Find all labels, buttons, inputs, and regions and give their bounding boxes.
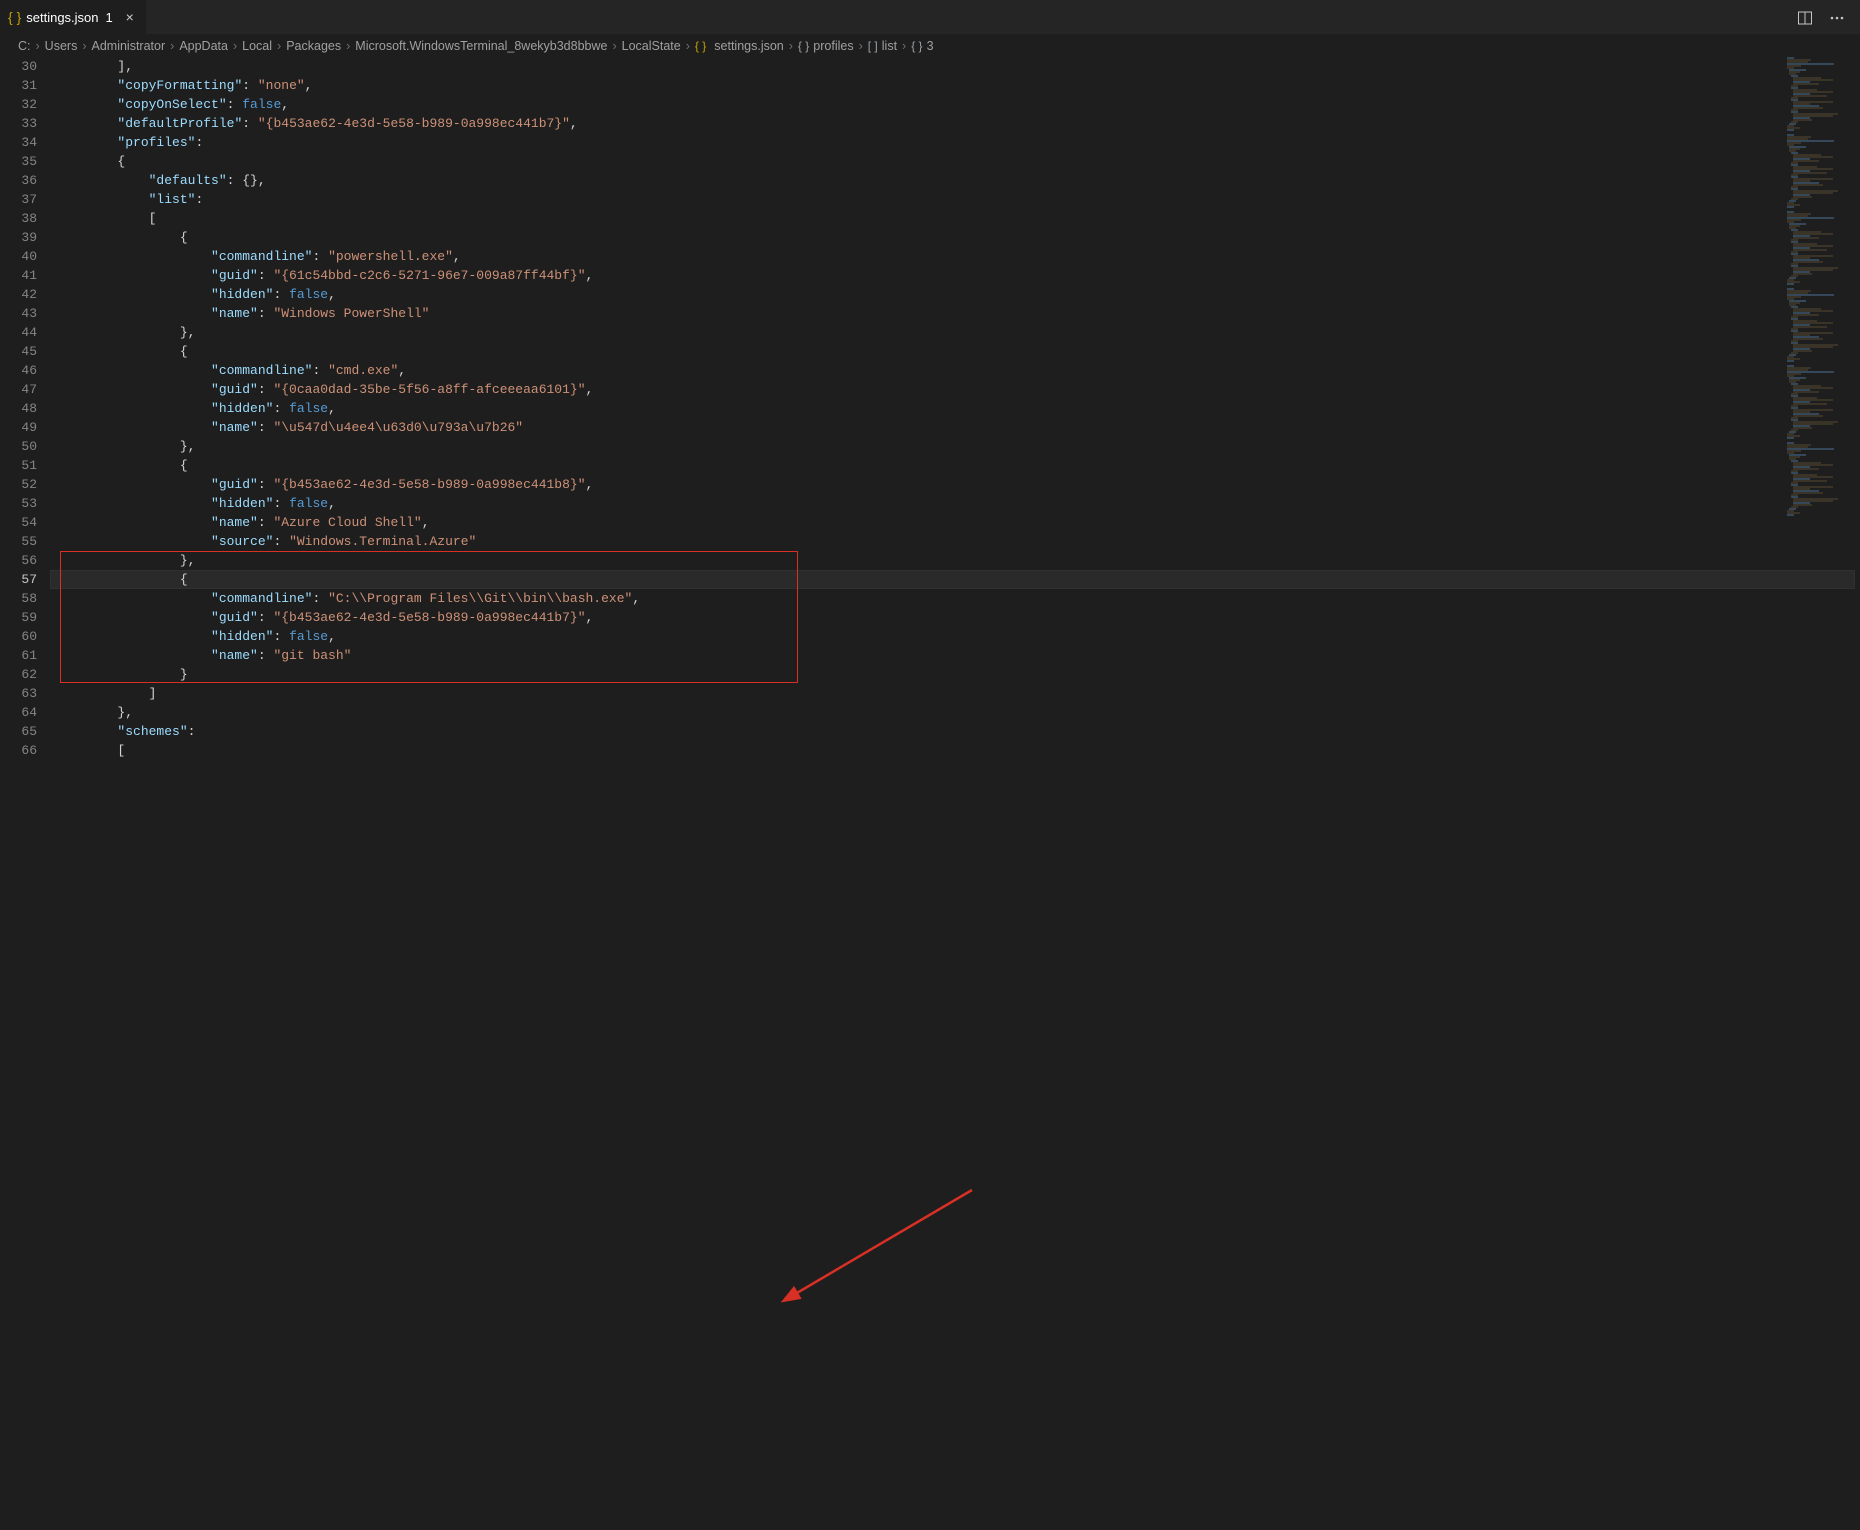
- chevron-right-icon: ›: [82, 39, 86, 53]
- code-line[interactable]: {: [55, 228, 1860, 247]
- breadcrumb-item[interactable]: list: [882, 39, 897, 53]
- chevron-right-icon: ›: [36, 39, 40, 53]
- breadcrumb-item[interactable]: Users: [45, 39, 78, 53]
- code-line[interactable]: {: [55, 342, 1860, 361]
- code-line[interactable]: [: [55, 209, 1860, 228]
- breadcrumb-item[interactable]: C:: [18, 39, 31, 53]
- chevron-right-icon: ›: [612, 39, 616, 53]
- breadcrumb-item[interactable]: Administrator: [92, 39, 166, 53]
- chevron-right-icon: ›: [789, 39, 793, 53]
- code-line[interactable]: ],: [55, 57, 1860, 76]
- json-icon: { }: [695, 39, 706, 53]
- code-line[interactable]: "hidden": false,: [55, 627, 1860, 646]
- code-line[interactable]: "commandline": "cmd.exe",: [55, 361, 1860, 380]
- code-line[interactable]: "commandline": "C:\\Program Files\\Git\\…: [55, 589, 1860, 608]
- chevron-right-icon: ›: [902, 39, 906, 53]
- split-editor-icon[interactable]: [1794, 7, 1816, 29]
- code-line[interactable]: ]: [55, 684, 1860, 703]
- code-line[interactable]: "name": "Windows PowerShell": [55, 304, 1860, 323]
- code-line[interactable]: "guid": "{61c54bbd-c2c6-5271-96e7-009a87…: [55, 266, 1860, 285]
- breadcrumb-item[interactable]: settings.json: [714, 39, 783, 53]
- code-line[interactable]: {: [55, 152, 1860, 171]
- braces-icon: { }: [911, 39, 922, 53]
- more-actions-icon[interactable]: [1826, 7, 1848, 29]
- code-line[interactable]: "name": "\u547d\u4ee4\u63d0\u793a\u7b26": [55, 418, 1860, 437]
- json-icon: { }: [8, 9, 21, 25]
- breadcrumb-item[interactable]: AppData: [179, 39, 228, 53]
- code-line[interactable]: }: [55, 665, 1860, 684]
- annotation-arrow: [0, 765, 1860, 1530]
- code-line[interactable]: "name": "Azure Cloud Shell",: [55, 513, 1860, 532]
- code-line[interactable]: "schemes":: [55, 722, 1860, 741]
- code-line[interactable]: "hidden": false,: [55, 399, 1860, 418]
- code-line[interactable]: "copyFormatting": "none",: [55, 76, 1860, 95]
- minimap[interactable]: [1782, 57, 1852, 547]
- tab-dirty: 1: [106, 10, 113, 25]
- code-line[interactable]: },: [55, 551, 1860, 570]
- breadcrumb-item[interactable]: 3: [927, 39, 934, 53]
- chevron-right-icon: ›: [277, 39, 281, 53]
- code-line[interactable]: },: [55, 703, 1860, 722]
- array-icon: [ ]: [868, 39, 878, 53]
- code-line[interactable]: },: [55, 437, 1860, 456]
- tab-filename: settings.json: [26, 10, 98, 25]
- braces-icon: { }: [798, 39, 809, 53]
- active-tab[interactable]: { } settings.json 1 ×: [0, 0, 147, 35]
- close-icon[interactable]: ×: [122, 9, 138, 25]
- code-line[interactable]: {: [55, 456, 1860, 475]
- breadcrumb-item[interactable]: profiles: [813, 39, 853, 53]
- breadcrumb[interactable]: C: › Users › Administrator › AppData › Local › Pac…: [0, 35, 1860, 57]
- line-numbers: 3031323334353637383940414243444546474849…: [0, 57, 55, 765]
- editor[interactable]: 3031323334353637383940414243444546474849…: [0, 57, 1860, 765]
- breadcrumb-item[interactable]: LocalState: [622, 39, 681, 53]
- chevron-right-icon: ›: [346, 39, 350, 53]
- code-line[interactable]: "guid": "{b453ae62-4e3d-5e58-b989-0a998e…: [55, 475, 1860, 494]
- code-line[interactable]: "hidden": false,: [55, 285, 1860, 304]
- code-line[interactable]: "guid": "{b453ae62-4e3d-5e58-b989-0a998e…: [55, 608, 1860, 627]
- editor-actions: [1782, 0, 1860, 35]
- code-line[interactable]: "source": "Windows.Terminal.Azure": [55, 532, 1860, 551]
- breadcrumb-item[interactable]: Packages: [286, 39, 341, 53]
- chevron-right-icon: ›: [686, 39, 690, 53]
- chevron-right-icon: ›: [233, 39, 237, 53]
- code-line[interactable]: "guid": "{0caa0dad-35be-5f56-a8ff-afceee…: [55, 380, 1860, 399]
- breadcrumb-item[interactable]: Microsoft.WindowsTerminal_8wekyb3d8bbwe: [355, 39, 607, 53]
- code-line[interactable]: },: [55, 323, 1860, 342]
- code-line[interactable]: "name": "git bash": [55, 646, 1860, 665]
- code-line[interactable]: "defaults": {},: [55, 171, 1860, 190]
- breadcrumb-item[interactable]: Local: [242, 39, 272, 53]
- code-line[interactable]: "hidden": false,: [55, 494, 1860, 513]
- code-line[interactable]: "commandline": "powershell.exe",: [55, 247, 1860, 266]
- code-content[interactable]: ], "copyFormatting": "none", "copyOnSele…: [55, 57, 1860, 765]
- code-line[interactable]: "profiles":: [55, 133, 1860, 152]
- code-line[interactable]: "copyOnSelect": false,: [55, 95, 1860, 114]
- code-line[interactable]: {: [50, 570, 1855, 589]
- chevron-right-icon: ›: [859, 39, 863, 53]
- code-line[interactable]: "defaultProfile": "{b453ae62-4e3d-5e58-b…: [55, 114, 1860, 133]
- tab-bar: { } settings.json 1 ×: [0, 0, 1860, 35]
- code-line[interactable]: [: [55, 741, 1860, 760]
- code-line[interactable]: "list":: [55, 190, 1860, 209]
- chevron-right-icon: ›: [170, 39, 174, 53]
